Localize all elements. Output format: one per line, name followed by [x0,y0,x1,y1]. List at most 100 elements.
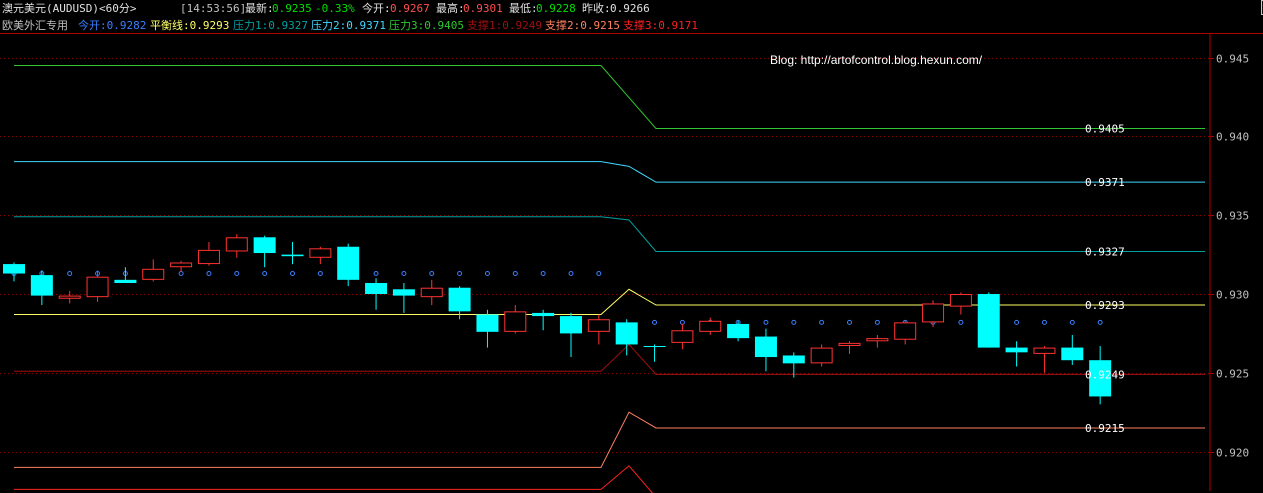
blog-annotation: Blog: http://artofcontrol.blog.hexun.com… [770,53,983,67]
candle [1033,346,1056,373]
candle [114,267,137,283]
candle-body [392,289,415,296]
candle-body [30,275,53,296]
level-line-r3 [14,65,1205,130]
candle [281,242,304,265]
candle [476,309,499,348]
candle [58,290,81,304]
candle [365,278,388,310]
candle-body [337,246,360,280]
pivot-level-lines [14,65,1205,493]
open-dot [484,271,490,277]
y-tick-label: 0.920 [1216,447,1249,460]
candle [671,323,694,350]
candle-body [197,249,220,265]
candle [3,262,25,282]
y-tick-label: 0.925 [1216,368,1249,381]
y-tick-label: 0.930 [1216,289,1249,302]
candle [1005,341,1028,367]
open-dot [262,271,268,277]
candle [699,317,722,335]
candle-body [727,323,750,339]
open-dot [847,319,852,325]
candle [86,270,109,302]
open-dot [373,271,379,277]
open-dot [512,271,518,277]
candle-body [504,311,527,332]
candle [1061,334,1084,365]
candle [977,292,1000,348]
candle-body [977,294,1000,348]
level-label-s2: 0.9215 [1085,422,1125,435]
candle-body [643,346,666,348]
open-dot [596,271,602,277]
open-dot [819,319,825,325]
open-dot [1014,319,1020,325]
candles [3,234,1112,405]
open-dot [457,271,463,277]
y-tick-label: 0.940 [1216,131,1249,144]
level-label-balance: 0.9293 [1085,299,1125,312]
candle [337,243,360,287]
y-tick-label: 0.945 [1216,53,1249,66]
candle [197,242,220,266]
candle [894,320,917,345]
level-label-r2: 0.9371 [1085,176,1125,189]
level-line-s2 [14,411,1205,468]
open-dot [540,271,546,277]
candle-body [1005,347,1028,353]
open-dot [178,271,184,277]
candle-body [1033,347,1056,354]
open-dot [206,271,212,277]
candle [810,344,833,367]
candle-body [754,336,777,358]
open-dot [401,271,407,277]
candle-body [142,268,165,280]
candle-body [866,338,889,342]
candle [838,341,861,354]
level-line-r1 [14,216,1205,252]
candle-body [810,347,833,364]
candle-body [58,295,81,299]
open-dot [1097,319,1103,325]
candle-body [420,287,443,298]
candle-body [281,254,304,257]
candle [922,300,945,328]
candle-body [671,330,694,343]
level-label-s1: 0.9249 [1085,368,1125,381]
open-dot [763,319,769,325]
candle [643,344,666,362]
level-line-s3 [14,465,653,493]
candle-body [699,320,722,332]
candle-body [476,314,499,332]
candle [727,320,750,342]
candle [587,314,610,345]
candle-body [114,279,137,283]
y-tick-label: 0.935 [1216,210,1249,223]
candle [225,234,248,258]
candle [560,312,582,358]
candle-body [894,322,917,340]
candlestick-chart[interactable]: 0.94050.93710.93270.92930.92490.92150.91… [0,0,1263,493]
open-dot [1041,319,1047,325]
candle [782,352,805,378]
candle-body [309,248,332,258]
open-dot [234,271,240,277]
level-label-r1: 0.9327 [1085,245,1125,258]
candle [392,282,415,313]
candle-body [587,319,610,332]
candle-body [838,342,861,347]
candle [30,270,53,306]
candle [253,235,276,268]
candle [532,309,555,331]
open-dot [1069,319,1075,325]
open-dot [791,319,797,325]
open-dot [568,271,574,277]
candle-body [448,287,471,312]
candle-body [170,262,193,268]
candle-body [253,237,276,254]
open-dot [652,319,658,325]
open-dot [317,271,323,277]
candle-body [782,355,805,364]
open-dot [429,271,435,277]
